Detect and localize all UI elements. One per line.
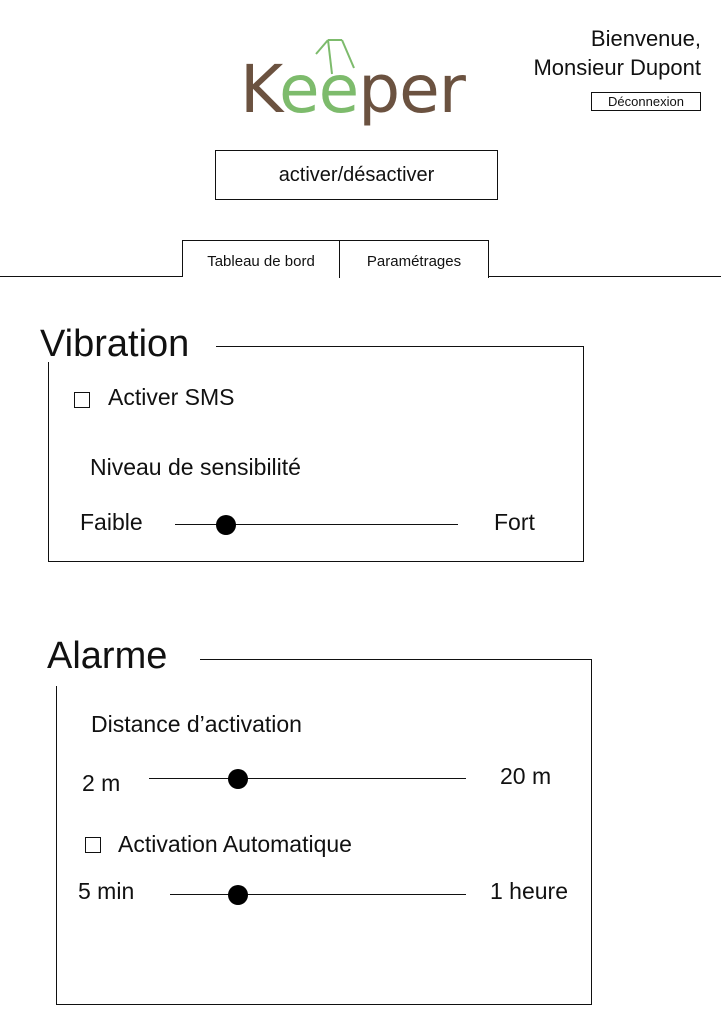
logo-text: Keeper [240, 51, 467, 128]
distance-slider-thumb[interactable] [227, 769, 248, 789]
distance-max-label: 20 m [500, 763, 552, 789]
distance-label: Distance d’activation [91, 711, 302, 737]
activate-toggle-button[interactable]: activer/désactiver [215, 150, 498, 200]
time-min-label: 5 min [78, 878, 135, 904]
auto-activation-checkbox[interactable] [85, 837, 101, 853]
time-max-label: 1 heure [490, 878, 569, 904]
sms-label: Activer SMS [108, 384, 235, 410]
auto-activation-label: Activation Automatique [118, 831, 352, 857]
sensitivity-min-label: Faible [80, 509, 143, 535]
time-slider-thumb[interactable] [228, 885, 249, 905]
vibration-title: Vibration [40, 323, 190, 365]
logout-button[interactable]: Déconnexion [591, 92, 701, 111]
welcome-greeting: Bienvenue, [590, 26, 701, 51]
sensitivity-label: Niveau de sensibilité [90, 454, 301, 480]
sensitivity-max-label: Fort [494, 509, 535, 535]
time-slider-track[interactable] [170, 894, 466, 895]
keeper-logo: Keeper [236, 30, 486, 135]
distance-slider-track[interactable] [149, 778, 466, 779]
tab-dashboard[interactable]: Tableau de bord [182, 240, 340, 277]
distance-min-label: 2 m [82, 770, 121, 796]
user-name: Monsieur Dupont [533, 55, 701, 80]
welcome-message: Bienvenue, Monsieur Dupont [533, 24, 701, 82]
tab-settings[interactable]: Paramétrages [339, 240, 489, 278]
sensitivity-slider-thumb[interactable] [215, 515, 236, 535]
alarm-title: Alarme [47, 635, 168, 677]
sms-checkbox[interactable] [74, 392, 90, 408]
